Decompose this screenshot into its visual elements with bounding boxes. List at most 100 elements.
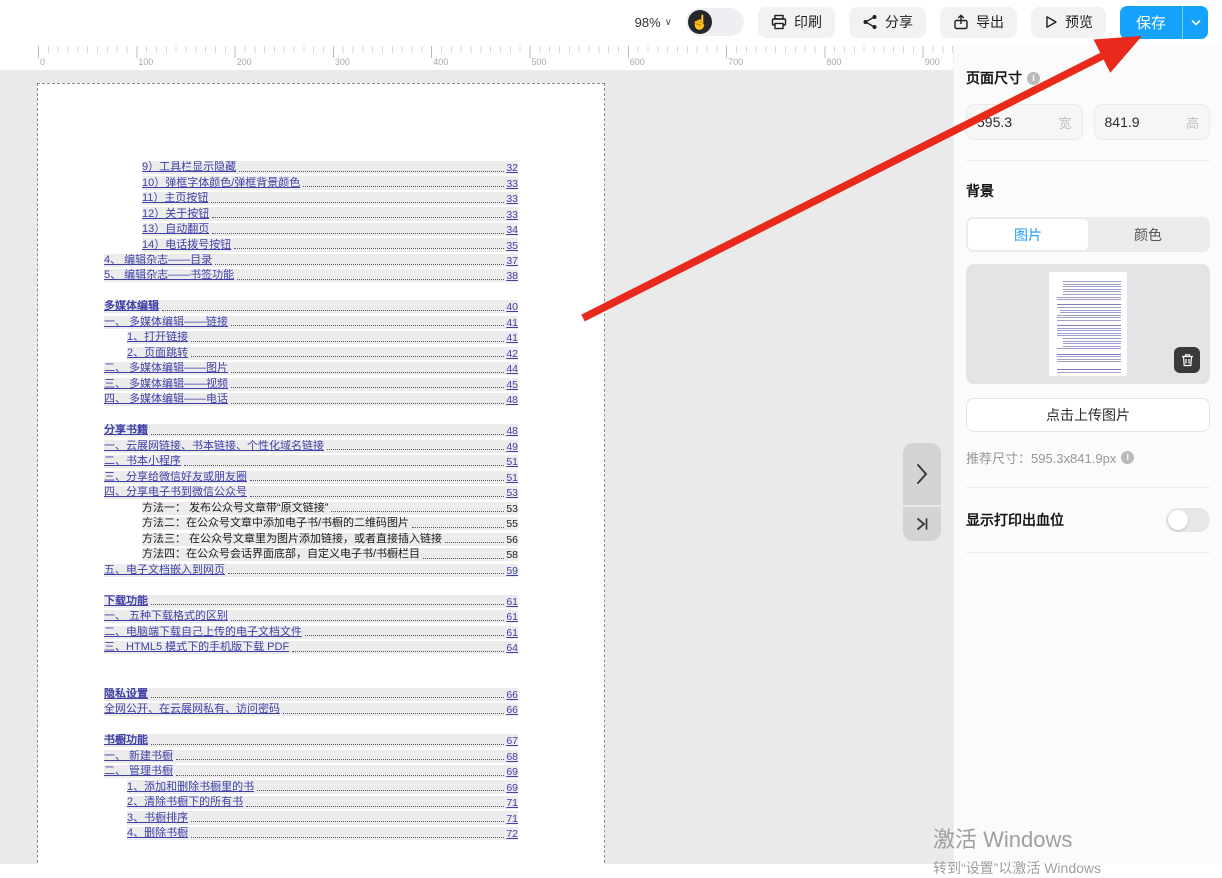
info-icon[interactable]: i	[1121, 451, 1134, 464]
background-thumbnail	[1049, 272, 1127, 376]
editor-canvas[interactable]: 9）工具栏显示隐藏 32 10）弹框字体颜色/弹框背景颜色 33 11）主页按钮…	[0, 70, 953, 864]
last-page-button[interactable]	[903, 507, 941, 541]
trash-icon	[1181, 353, 1194, 367]
share-button[interactable]: 分享	[849, 7, 926, 38]
toc-dot-leader	[184, 465, 504, 466]
toc-dot-leader	[305, 635, 504, 636]
toc-dot-leader	[231, 372, 504, 373]
toc-dot-leader	[331, 511, 504, 512]
toc-page-number: 53	[506, 503, 518, 515]
toc-entry-text: 一、 新建书橱	[104, 750, 173, 763]
bleed-toggle-knob	[1168, 510, 1188, 530]
tab-image[interactable]: 图片	[968, 219, 1088, 250]
preview-button[interactable]: 预览	[1031, 7, 1106, 38]
toc-entry: 方法三： 在公众号文章里为图片添加链接，或者直接插入链接 56	[142, 533, 518, 546]
toc-entry-text: 3、书橱排序	[127, 811, 188, 824]
toc-dot-leader	[211, 202, 504, 203]
save-dropdown-button[interactable]	[1182, 6, 1208, 39]
export-button[interactable]: 导出	[940, 7, 1017, 38]
save-button[interactable]: 保存	[1120, 6, 1182, 39]
toc-entry-text: 下载功能	[104, 595, 148, 608]
height-suffix: 高	[1186, 113, 1199, 132]
toc-blank-line	[104, 409, 518, 425]
background-title-text: 背景	[966, 181, 994, 201]
info-icon[interactable]: i	[1027, 72, 1040, 85]
zoom-level-control[interactable]: 98% ∨	[635, 15, 672, 30]
toc-entry-text: 1、打开链接	[127, 331, 188, 344]
toc-entry: 方法一： 发布公众号文章带“原文链接” 53	[142, 502, 518, 515]
toc-entry: 10）弹框字体颜色/弹框背景颜色 33	[142, 176, 518, 189]
mini-line	[1063, 346, 1121, 347]
preview-button-label: 预览	[1065, 12, 1093, 32]
mini-line	[1057, 325, 1121, 326]
toc-page-number: 71	[506, 813, 518, 825]
mini-line	[1057, 359, 1121, 360]
touch-mode-icon: ☝	[688, 10, 712, 34]
toc-dot-leader	[246, 806, 504, 807]
toc-dot-leader	[151, 604, 504, 605]
bleed-label: 显示打印出血位	[966, 510, 1064, 530]
toc-dot-leader	[231, 403, 504, 404]
mini-line	[1063, 291, 1121, 292]
toc-page-number: 72	[506, 828, 518, 840]
toc-entry: 3、书橱排序 71	[127, 811, 518, 824]
height-input[interactable]	[1105, 114, 1175, 130]
toc-entry-text: 13）自动翻页	[142, 223, 209, 236]
toc-entry: 一、云展网链接、书本链接、个性化域名链接 49	[104, 440, 518, 453]
toc-dot-leader	[151, 434, 504, 435]
toc-entry-text: 二、 多媒体编辑——图片	[104, 362, 228, 375]
toc-entry: 1、打开链接 41	[127, 331, 518, 344]
width-input[interactable]	[977, 114, 1047, 130]
divider	[966, 487, 1210, 488]
toc-entry-text: 一、 五种下载格式的区别	[104, 610, 228, 623]
toc-page-number: 68	[506, 751, 518, 763]
touch-mode-toggle[interactable]: ☝	[686, 8, 744, 36]
toc-dot-leader	[423, 558, 504, 559]
toc-blank-line	[104, 719, 518, 735]
document-page[interactable]: 9）工具栏显示隐藏 32 10）弹框字体颜色/弹框背景颜色 33 11）主页按钮…	[37, 83, 605, 864]
toc-page-number: 45	[506, 379, 518, 391]
toc-page-number: 53	[506, 487, 518, 499]
toc-entry-text: 三、 多媒体编辑——视频	[104, 378, 228, 391]
toc-page-number: 48	[506, 394, 518, 406]
mini-line	[1057, 304, 1121, 305]
mini-line	[1057, 356, 1121, 357]
bleed-toggle[interactable]	[1166, 508, 1210, 532]
last-page-icon	[915, 517, 929, 531]
toc-dot-leader	[151, 697, 504, 698]
next-page-button[interactable]	[903, 443, 941, 505]
save-split-button: 保存	[1120, 6, 1208, 39]
toc-entry-text: 三、分享给微信好友或朋友圈	[104, 471, 247, 484]
toc-entry: 4、 编辑杂志——目录 37	[104, 254, 518, 267]
toc-entry: 三、HTML5 模式下的手机版下载 PDF 64	[104, 641, 518, 654]
toc-page-number: 58	[506, 549, 518, 561]
toc-dot-leader	[250, 496, 504, 497]
recommended-size: 推荐尺寸：595.3x841.9px i	[966, 448, 1210, 467]
print-button[interactable]: 印刷	[758, 7, 835, 38]
mini-line	[1057, 297, 1121, 298]
export-button-label: 导出	[976, 12, 1004, 32]
toc-entry-text: 方法一： 发布公众号文章带“原文链接”	[142, 502, 328, 515]
background-image-preview[interactable]	[966, 264, 1210, 384]
toc-dot-leader	[191, 356, 504, 357]
toc-dot-leader	[250, 480, 504, 481]
mini-line	[1063, 343, 1121, 344]
toc-entry: 四、 多媒体编辑——电话 48	[104, 393, 518, 406]
tab-color[interactable]: 颜色	[1088, 219, 1208, 250]
toc-page-number: 71	[506, 797, 518, 809]
toc-entry-text: 二、 管理书橱	[104, 765, 173, 778]
share-icon	[862, 14, 878, 30]
page-size-section-title: 页面尺寸 i	[966, 68, 1210, 88]
toc-page-number: 48	[506, 425, 518, 437]
delete-background-button[interactable]	[1174, 347, 1200, 373]
ruler-tick-label: 900	[925, 57, 940, 67]
toc-dot-leader	[212, 217, 504, 218]
toc-entry-text: 分享书籍	[104, 424, 148, 437]
ruler-tick-label: 800	[826, 57, 841, 67]
toc-page-number: 49	[506, 441, 518, 453]
height-field-wrap: 高	[1094, 104, 1211, 140]
toc-dot-leader	[257, 790, 504, 791]
upload-image-button[interactable]: 点击上传图片	[966, 398, 1210, 432]
toc-entry: 14）电话拨号按钮 35	[142, 238, 518, 251]
toc-entry-text: 12）关于按钮	[142, 207, 209, 220]
